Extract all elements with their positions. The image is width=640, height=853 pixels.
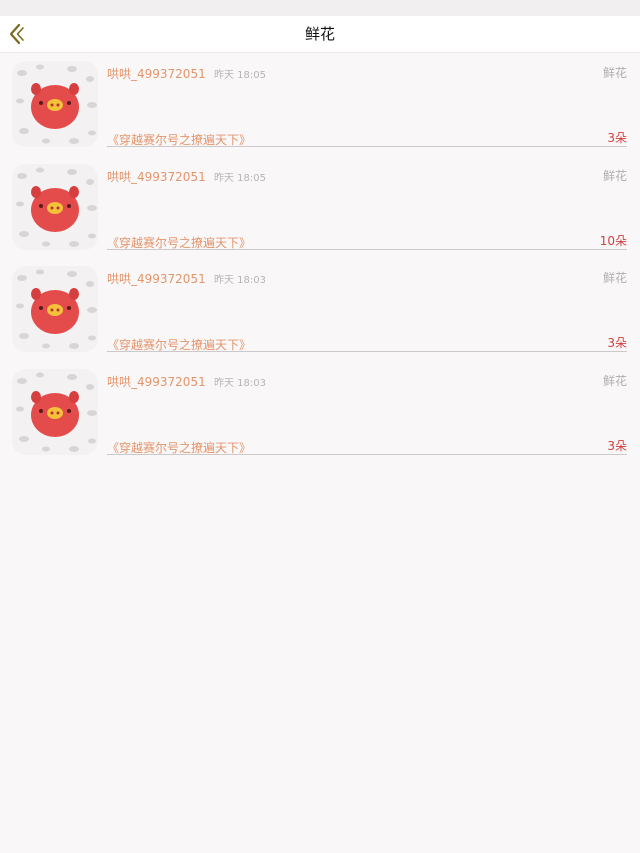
gift-type: 鲜花 <box>602 271 627 285</box>
username: 哄哄_499372051 <box>107 272 206 286</box>
avatar[interactable] <box>12 61 98 147</box>
pig-avatar-icon <box>16 372 97 452</box>
timestamp: 昨天 18:05 <box>214 172 266 184</box>
gift-count: 3朵 <box>607 336 627 350</box>
timestamp: 昨天 18:03 <box>214 275 266 286</box>
gift-count: 3朵 <box>607 131 627 145</box>
avatar[interactable] <box>12 368 98 455</box>
username: 哄哄_499372051 <box>107 374 206 389</box>
list-item[interactable]: 哄哄_499372051 昨天 18:05 鲜花 《穿越赛尔号之撩遍天下》 10… <box>0 156 640 259</box>
gift-type: 鲜花 <box>602 373 627 388</box>
list-item[interactable]: 哄哄_499372051 昨天 18:05 鲜花 《穿越赛尔号之撩遍天下》 3朵 <box>0 53 640 156</box>
gift-type: 鲜花 <box>602 66 627 80</box>
list-item[interactable]: 哄哄_499372051 昨天 18:03 鲜花 《穿越赛尔号之撩遍天下》 3朵 <box>0 258 640 361</box>
status-bar <box>0 0 640 16</box>
pig-avatar-icon <box>16 64 97 144</box>
gift-count: 10朵 <box>599 233 627 248</box>
timestamp: 昨天 18:05 <box>214 70 266 81</box>
divider <box>107 146 627 147</box>
list-item[interactable]: 哄哄_499372051 昨天 18:03 鲜花 《穿越赛尔号之撩遍天下》 3朵 <box>0 361 640 464</box>
gift-record-list: 哄哄_499372051 昨天 18:05 鲜花 《穿越赛尔号之撩遍天下》 3朵 <box>0 53 640 463</box>
username: 哄哄_499372051 <box>107 169 206 184</box>
nav-bar: 鲜花 <box>0 16 640 53</box>
timestamp: 昨天 18:03 <box>214 377 266 389</box>
pig-avatar-icon <box>16 269 97 349</box>
avatar[interactable] <box>12 266 98 352</box>
divider <box>107 453 627 455</box>
page-title: 鲜花 <box>304 25 335 43</box>
gift-type: 鲜花 <box>602 168 627 183</box>
username: 哄哄_499372051 <box>107 67 206 81</box>
avatar[interactable] <box>12 163 98 250</box>
divider <box>107 351 627 352</box>
pig-avatar-icon <box>16 167 97 247</box>
gift-count: 3朵 <box>607 438 627 453</box>
divider <box>107 248 627 250</box>
